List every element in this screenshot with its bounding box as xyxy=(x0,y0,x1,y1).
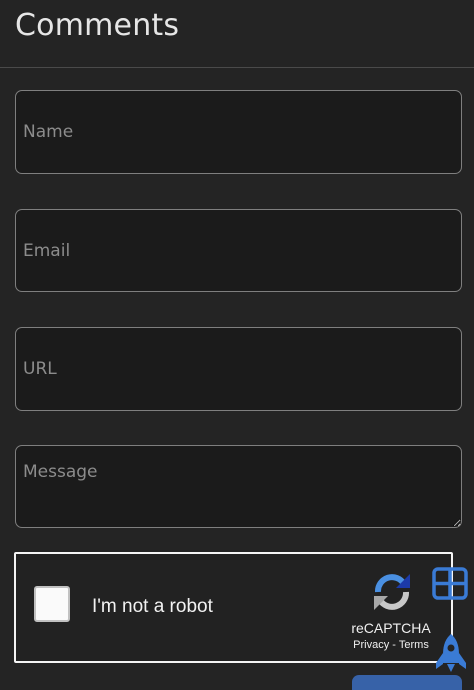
name-input[interactable] xyxy=(15,90,462,174)
recaptcha-label: I'm not a robot xyxy=(92,596,213,617)
header-divider xyxy=(0,67,474,68)
privacy-link[interactable]: Privacy xyxy=(353,639,389,651)
links-separator: - xyxy=(392,639,396,651)
recaptcha-links: Privacy - Terms xyxy=(338,639,444,651)
recaptcha-checkbox[interactable] xyxy=(34,586,70,622)
message-textarea[interactable] xyxy=(15,445,462,528)
terms-link[interactable]: Terms xyxy=(399,639,429,651)
rocket-icon[interactable] xyxy=(434,633,468,673)
recaptcha-widget: I'm not a robot reCAPTCHA Privacy - Terms xyxy=(14,552,453,663)
comments-page: Comments I'm not a robot reCAPTCHA Priva… xyxy=(0,0,474,690)
submit-button[interactable] xyxy=(352,675,462,690)
recaptcha-logo-icon xyxy=(374,574,410,610)
page-title: Comments xyxy=(15,8,180,43)
table-icon[interactable] xyxy=(432,567,468,600)
recaptcha-brand: reCAPTCHA xyxy=(351,620,431,636)
email-input[interactable] xyxy=(15,209,462,292)
url-input[interactable] xyxy=(15,327,462,411)
